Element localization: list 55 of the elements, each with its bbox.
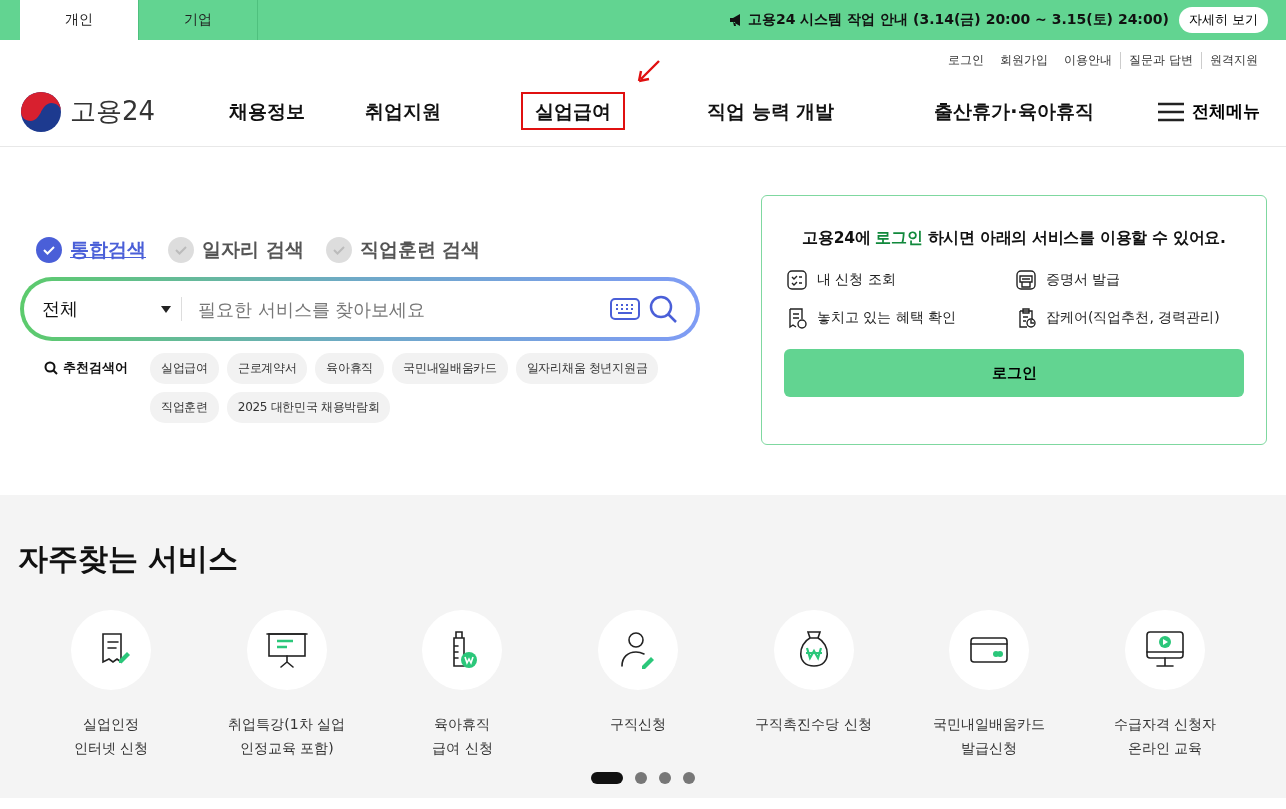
utility-link[interactable]: 회원가입 — [992, 52, 1057, 69]
arrow-icon — [635, 58, 662, 85]
pagination-dot[interactable] — [659, 772, 671, 784]
receipt-icon — [786, 307, 808, 329]
utility-link[interactable]: 원격지원 — [1201, 52, 1266, 69]
keyword-tag[interactable]: 2025 대한민국 채용박람회 — [226, 392, 391, 423]
logo-text: 고용24 — [70, 95, 156, 128]
login-message: 고용24에 로그인 하시면 아래의 서비스를 이용할 수 있어요. — [801, 228, 1227, 249]
keyboard-icon[interactable] — [610, 298, 640, 320]
nav-link[interactable]: 채용정보 — [215, 91, 320, 130]
pagination-dot[interactable] — [635, 772, 647, 784]
keyword-tag[interactable]: 국민내일배움카드 — [392, 353, 508, 384]
audience-tab[interactable]: 개인 — [20, 0, 139, 40]
service-label[interactable]: 국민내일배움카드 발급신청 — [933, 712, 1046, 760]
keyword-tag[interactable]: 실업급여 — [150, 353, 219, 384]
all-menu-button[interactable]: 전체메뉴 — [1152, 99, 1266, 124]
service-link[interactable]: 내 신청 조회 — [786, 269, 1015, 291]
details-button[interactable]: 자세히 보기 — [1178, 7, 1268, 33]
printer-icon — [1015, 269, 1037, 291]
section-title: 자주찾는 서비스 — [18, 540, 240, 578]
audience-tab[interactable]: 기업 — [139, 0, 258, 40]
utility-link[interactable]: 이용안내 — [1056, 52, 1121, 69]
login-button[interactable]: 로그인 — [784, 349, 1244, 397]
nav-link[interactable]: 직업 능력 개발 — [693, 91, 849, 130]
keyword-tag[interactable]: 일자리채움 청년지원금 — [515, 353, 659, 384]
utility-link[interactable]: 질문과 답변 — [1120, 52, 1201, 69]
search-field[interactable]: 전체 필요한 서비스를 찾아보세요 — [20, 277, 700, 341]
service-label[interactable]: 실업인정 인터넷 신청 — [73, 712, 149, 760]
menu-icon — [1158, 101, 1184, 122]
search-type-tab[interactable]: 일자리 검색 — [168, 237, 304, 263]
utility-link[interactable]: 로그인 — [940, 52, 993, 69]
logo-emblem-icon — [20, 90, 62, 133]
search-type-tab[interactable]: 통합검색 — [36, 237, 146, 263]
search-icon — [44, 361, 58, 375]
nav-link[interactable]: 취업지원 — [351, 91, 456, 130]
search-icon[interactable] — [648, 294, 678, 324]
checklist-icon — [786, 269, 808, 291]
service-label[interactable]: 구직촉진수당 신청 — [755, 712, 872, 736]
service-label[interactable]: 육아휴직 급여 신청 — [432, 712, 493, 760]
service-label[interactable]: 취업특강(1차 실업 인정교육 포함) — [228, 712, 346, 760]
keyword-tag[interactable]: 근로계약서 — [226, 353, 308, 384]
caret-icon — [161, 305, 171, 313]
service-link[interactable]: 놓치고 있는 혜택 확인 — [786, 307, 1015, 329]
keyword-tag[interactable]: 직업훈련 — [150, 392, 219, 423]
service-link[interactable]: 잡케어(직업추천, 경력관리) — [1015, 307, 1244, 329]
search-type-tab[interactable]: 직업훈련 검색 — [325, 237, 481, 263]
service-link[interactable]: 증명서 발급 — [1015, 269, 1244, 291]
nav-link[interactable]: 실업급여 — [521, 91, 626, 130]
recommended-text: 추천검색어 — [63, 359, 128, 377]
keyword-tag[interactable]: 육아휴직 — [315, 353, 385, 384]
service-label[interactable]: 구직신청 — [609, 712, 666, 736]
nav-link[interactable]: 출산휴가·육아휴직 — [920, 91, 1108, 130]
service-label[interactable]: 수급자격 신청자 온라인 교육 — [1113, 712, 1217, 760]
notice-message: 고용24 시스템 작업 안내 (3.14(금) 20:00 ~ 3.15(토) 24:00) — [748, 11, 1169, 29]
pagination-dot[interactable] — [683, 772, 695, 784]
